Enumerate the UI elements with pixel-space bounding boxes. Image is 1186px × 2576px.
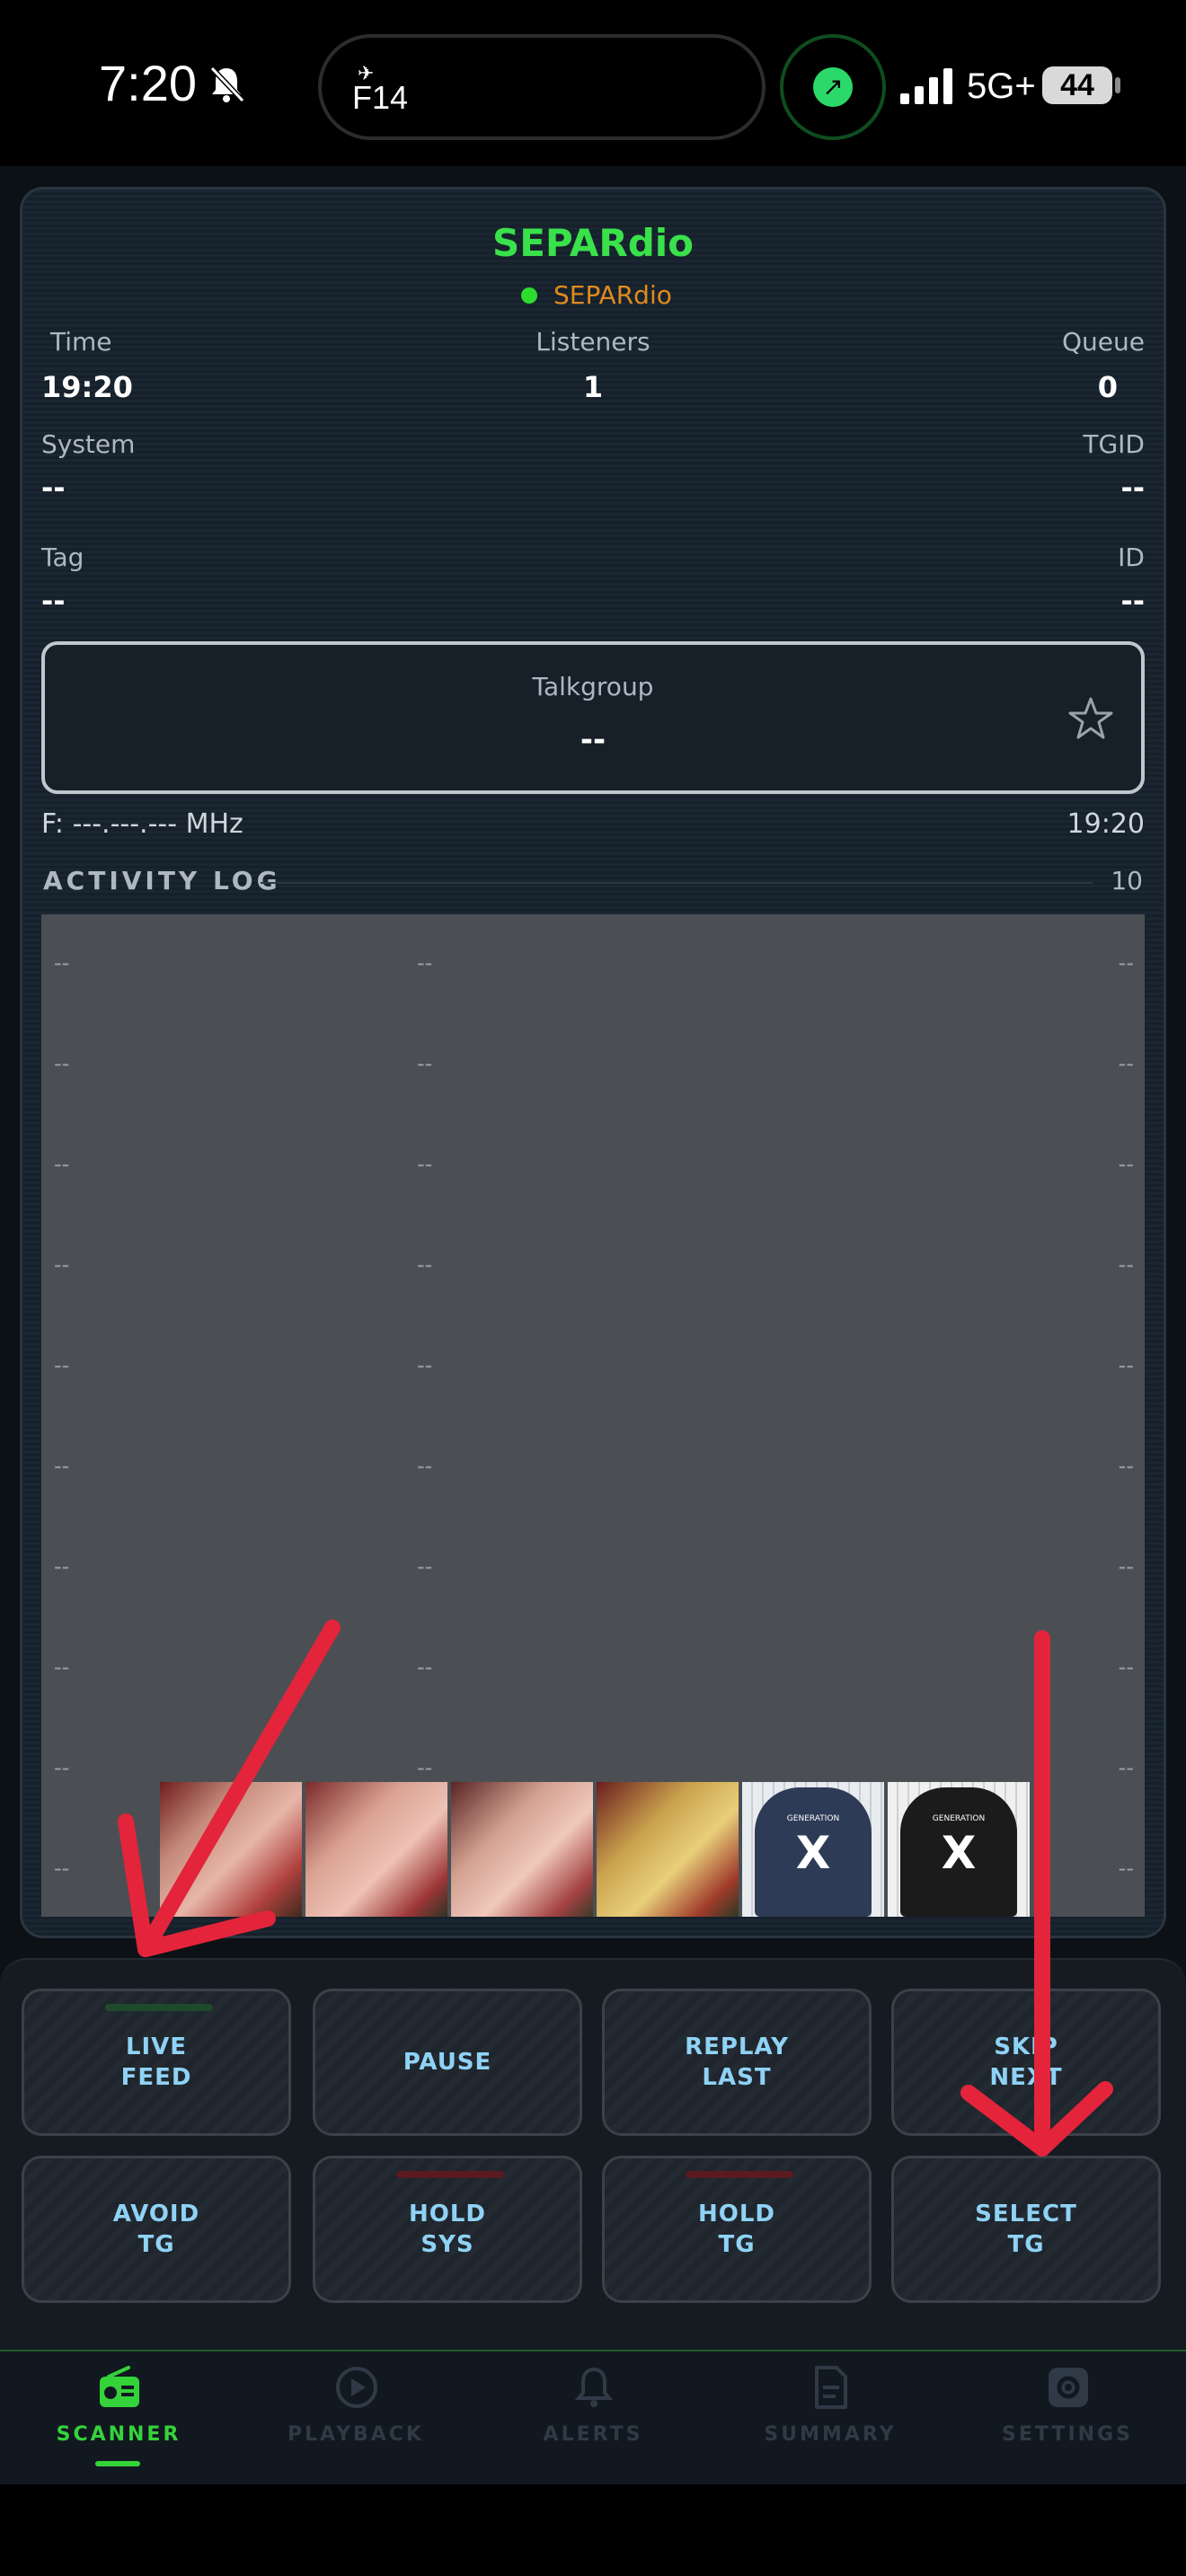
active-tab-indicator [95,2461,140,2466]
play-circle-icon [336,2367,377,2408]
tab-summary[interactable]: SUMMARY [740,2364,920,2463]
tab-scanner[interactable]: SCANNER [29,2364,208,2463]
document-icon [815,2366,847,2409]
tab-playback[interactable]: PLAYBACK [266,2364,446,2463]
home-indicator-area [0,2484,1186,2576]
bell-icon [574,2367,614,2407]
tab-label: SCANNER [56,2423,181,2446]
tab-label: SUMMARY [764,2423,897,2446]
radio-icon [100,2366,139,2407]
tab-settings[interactable]: SETTINGS [978,2364,1157,2463]
annotation-arrows [118,1619,1113,2157]
tab-label: SETTINGS [1002,2423,1133,2446]
gear-icon [1049,2368,1088,2407]
annotation-arrow-left [118,1619,341,1957]
tab-alerts[interactable]: ALERTS [503,2364,683,2463]
tab-label: ALERTS [543,2423,643,2446]
annotation-arrow-right [960,1630,1113,2157]
tab-label: PLAYBACK [288,2423,424,2446]
